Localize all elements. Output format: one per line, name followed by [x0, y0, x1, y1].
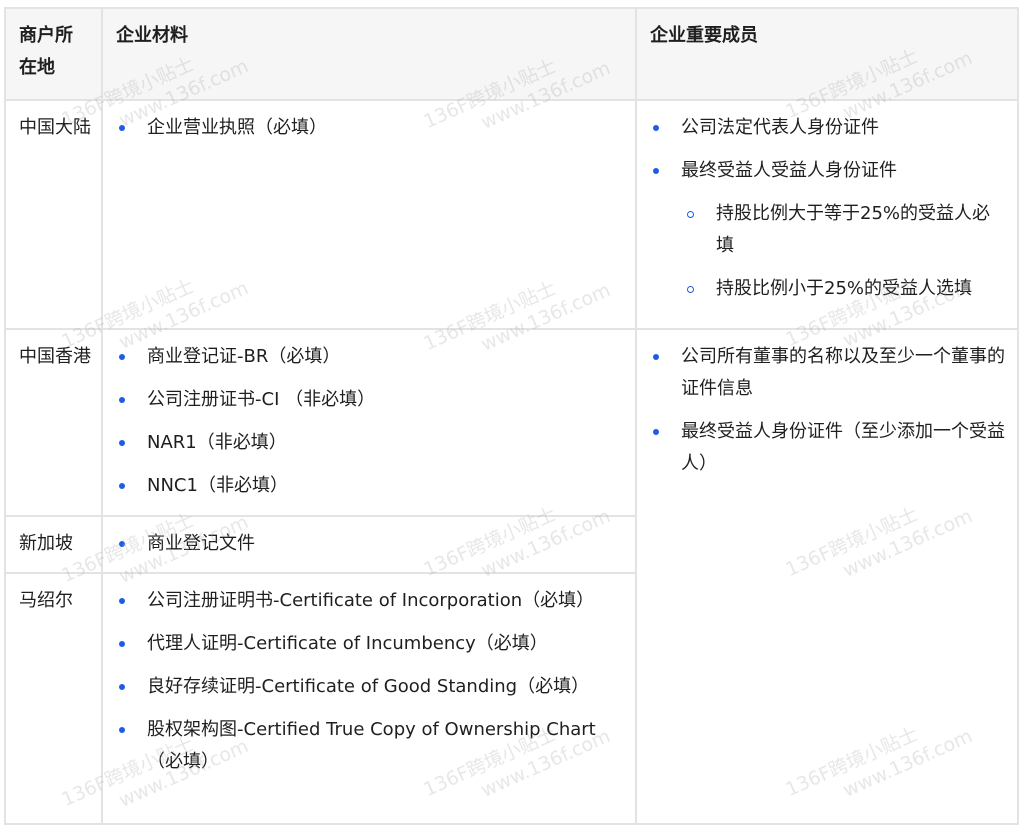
sub-list: 持股比例大于等于25%的受益人必填 持股比例小于25%的受益人选填 [681, 198, 1005, 305]
requirements-table: 商户所在地 企业材料 企业重要成员 中国大陆 企业营业执照（必填） 公司法定代表… [4, 7, 1019, 825]
materials-list: 商业登记文件 [103, 517, 635, 560]
bullet-dot-icon [119, 440, 125, 446]
material-text: 商业登记证-BR（必填） [147, 346, 341, 367]
member-text: 最终受益人身份证件（至少添加一个受益人） [681, 421, 1005, 474]
bullet-dot-icon [119, 641, 125, 647]
list-item: NAR1（非必填） [117, 427, 623, 459]
sub-item-text: 持股比例大于等于25%的受益人必填 [716, 203, 991, 256]
member-text: 公司法定代表人身份证件 [681, 117, 879, 138]
list-item: 代理人证明-Certificate of Incumbency（必填） [117, 628, 623, 660]
bullet-dot-icon [119, 727, 125, 733]
members-cell: 公司所有董事的名称以及至少一个董事的证件信息 最终受益人身份证件（至少添加一个受… [635, 328, 1019, 825]
list-item: 公司注册证书-CI （非必填） [117, 384, 623, 416]
region-cell: 新加坡 [4, 515, 103, 574]
materials-cell: 公司注册证明书-Certificate of Incorporation（必填）… [101, 572, 637, 825]
sub-list-item: 持股比例小于25%的受益人选填 [681, 273, 1005, 305]
material-text: 良好存续证明-Certificate of Good Standing（必填） [147, 676, 590, 697]
header-materials: 企业材料 [101, 7, 637, 101]
region-cell: 马绍尔 [4, 572, 103, 825]
members-cell: 公司法定代表人身份证件 最终受益人受益人身份证件 持股比例大于等于25%的受益人… [635, 99, 1019, 330]
table-row: 中国香港 商业登记证-BR（必填） 公司注册证书-CI （非必填） NAR1（非… [4, 328, 1019, 825]
list-item: 公司所有董事的名称以及至少一个董事的证件信息 [651, 341, 1005, 405]
material-text: 代理人证明-Certificate of Incumbency（必填） [147, 633, 548, 654]
hollow-bullet-icon [687, 286, 694, 293]
region-cell: 中国香港 [4, 328, 103, 517]
header-region: 商户所在地 [4, 7, 103, 101]
material-text: 企业营业执照（必填） [147, 117, 327, 138]
material-text: NNC1（非必填） [147, 475, 288, 496]
materials-cell: 商业登记文件 [101, 515, 637, 574]
list-item: 公司法定代表人身份证件 [651, 112, 1005, 144]
sub-item-text: 持股比例小于25%的受益人选填 [716, 278, 973, 299]
list-item: 最终受益人受益人身份证件 持股比例大于等于25%的受益人必填 持股比例小于25%… [651, 155, 1005, 305]
material-text: 股权架构图-Certified True Copy of Ownership C… [147, 719, 596, 772]
bullet-dot-icon [119, 684, 125, 690]
materials-list: 商业登记证-BR（必填） 公司注册证书-CI （非必填） NAR1（非必填） N… [103, 330, 635, 502]
member-text: 公司所有董事的名称以及至少一个董事的证件信息 [681, 346, 1005, 399]
bullet-dot-icon [653, 354, 659, 360]
member-text: 最终受益人受益人身份证件 [681, 160, 897, 181]
hollow-bullet-icon [687, 211, 694, 218]
list-item: 股权架构图-Certified True Copy of Ownership C… [117, 714, 623, 778]
list-item: 良好存续证明-Certificate of Good Standing（必填） [117, 671, 623, 703]
bullet-dot-icon [653, 125, 659, 131]
header-row: 商户所在地 企业材料 企业重要成员 [4, 7, 1019, 101]
bullet-dot-icon [119, 541, 125, 547]
bullet-dot-icon [119, 397, 125, 403]
materials-list: 公司注册证明书-Certificate of Incorporation（必填）… [103, 574, 635, 778]
list-item: 商业登记证-BR（必填） [117, 341, 623, 373]
header-members: 企业重要成员 [635, 7, 1019, 101]
bullet-dot-icon [653, 429, 659, 435]
sub-list-item: 持股比例大于等于25%的受益人必填 [681, 198, 1005, 262]
bullet-dot-icon [653, 168, 659, 174]
list-item: 公司注册证明书-Certificate of Incorporation（必填） [117, 585, 623, 617]
material-text: 公司注册证书-CI （非必填） [147, 389, 376, 410]
bullet-dot-icon [119, 125, 125, 131]
members-list: 公司所有董事的名称以及至少一个董事的证件信息 最终受益人身份证件（至少添加一个受… [637, 330, 1017, 480]
region-cell: 中国大陆 [4, 99, 103, 330]
bullet-dot-icon [119, 483, 125, 489]
table-row: 中国大陆 企业营业执照（必填） 公司法定代表人身份证件 最终受益人受益人身份证件… [4, 99, 1019, 330]
material-text: 公司注册证明书-Certificate of Incorporation（必填） [147, 590, 595, 611]
materials-list: 企业营业执照（必填） [103, 101, 635, 144]
bullet-dot-icon [119, 598, 125, 604]
members-list: 公司法定代表人身份证件 最终受益人受益人身份证件 持股比例大于等于25%的受益人… [637, 101, 1017, 305]
list-item: NNC1（非必填） [117, 470, 623, 502]
list-item: 最终受益人身份证件（至少添加一个受益人） [651, 416, 1005, 480]
materials-cell: 商业登记证-BR（必填） 公司注册证书-CI （非必填） NAR1（非必填） N… [101, 328, 637, 517]
list-item: 企业营业执照（必填） [117, 112, 623, 144]
bullet-dot-icon [119, 354, 125, 360]
material-text: 商业登记文件 [147, 533, 255, 554]
material-text: NAR1（非必填） [147, 432, 287, 453]
list-item: 商业登记文件 [117, 528, 623, 560]
materials-cell: 企业营业执照（必填） [101, 99, 637, 330]
